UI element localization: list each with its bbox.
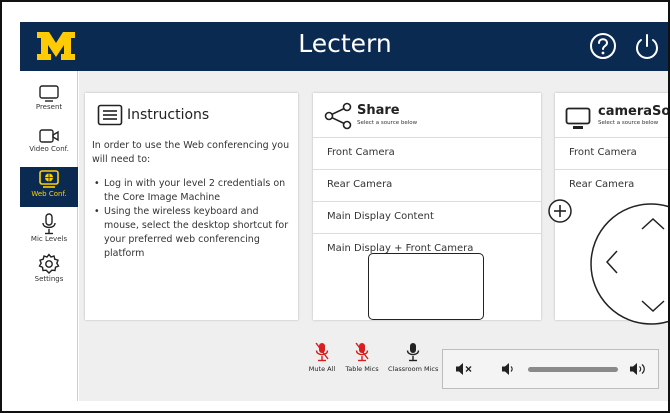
volume-mute-icon[interactable] bbox=[455, 362, 473, 376]
share-title: Share bbox=[357, 103, 400, 118]
gear-icon bbox=[38, 253, 60, 274]
microphone-muted-icon bbox=[315, 342, 329, 362]
source-rear-camera[interactable]: Rear Camera bbox=[313, 169, 541, 201]
sidebar-item-label: Mic Levels bbox=[30, 235, 68, 243]
microphone-icon bbox=[42, 213, 56, 235]
volume-high-icon[interactable] bbox=[629, 361, 649, 377]
power-button[interactable] bbox=[632, 31, 662, 61]
sidebar-item-label: Settings bbox=[34, 275, 64, 283]
microphone-icon bbox=[406, 343, 420, 362]
main-content: Instructions In order to use the Web con… bbox=[79, 71, 670, 401]
document-lines-icon bbox=[97, 104, 123, 126]
monitor-icon bbox=[39, 85, 59, 102]
monitor-icon bbox=[565, 107, 591, 129]
sidebar-item-mic-levels[interactable]: Mic Levels bbox=[20, 213, 78, 251]
app-title: Lectern bbox=[298, 29, 392, 58]
instructions-card: Instructions In order to use the Web con… bbox=[85, 93, 298, 320]
sidebar-item-video-conf[interactable]: Video Conf. bbox=[20, 127, 78, 163]
mute-all-button[interactable]: Mute All bbox=[304, 341, 340, 373]
volume-low-icon[interactable] bbox=[501, 362, 515, 376]
instructions-step: Log in with your level 2 credentials on … bbox=[92, 177, 292, 205]
header-bar: Lectern bbox=[20, 22, 668, 71]
share-subtitle: Select a source below bbox=[357, 120, 418, 126]
sidebar-item-settings[interactable]: Settings bbox=[20, 253, 78, 293]
classroom-mics-label: Classroom Mics bbox=[388, 365, 439, 373]
camera-ptz-control bbox=[545, 189, 668, 329]
sidebar-item-label: Web Conf. bbox=[31, 190, 67, 198]
mute-all-label: Mute All bbox=[308, 365, 336, 373]
source-main-display-content[interactable]: Main Display Content bbox=[313, 201, 541, 233]
sidebar-item-label: Video Conf. bbox=[29, 145, 69, 153]
lectern-window: Lectern Present Video Conf. Web Conf. Mi… bbox=[0, 0, 670, 413]
camera-source-front-camera[interactable]: Front Camera bbox=[555, 137, 668, 169]
instructions-intro: In order to use the Web conferencing you… bbox=[92, 140, 290, 165]
sidebar-item-web-conf[interactable]: Web Conf. bbox=[20, 167, 78, 207]
table-mics-label: Table Mics bbox=[345, 365, 379, 373]
help-button[interactable] bbox=[588, 31, 618, 61]
instructions-title: Instructions bbox=[127, 107, 210, 123]
sidebar-item-present[interactable]: Present bbox=[20, 85, 78, 121]
video-camera-icon bbox=[39, 129, 59, 143]
table-mics-button[interactable]: Table Mics bbox=[342, 341, 382, 373]
share-icon bbox=[324, 102, 352, 130]
volume-slider[interactable] bbox=[528, 367, 618, 372]
sidebar-item-label: Present bbox=[35, 103, 63, 111]
source-front-camera[interactable]: Front Camera bbox=[313, 137, 541, 169]
instructions-steps: Log in with your level 2 credentials on … bbox=[92, 177, 292, 261]
help-circle-icon bbox=[590, 33, 616, 59]
classroom-mics-button[interactable]: Classroom Mics bbox=[388, 341, 438, 373]
web-conference-icon bbox=[39, 170, 59, 188]
microphone-muted-icon bbox=[355, 342, 369, 362]
power-icon bbox=[636, 34, 658, 59]
camera-source-title: cameraSou bbox=[598, 104, 670, 119]
instructions-step: Using the wireless keyboard and mouse, s… bbox=[92, 205, 292, 261]
sidebar: Present Video Conf. Web Conf. Mic Levels… bbox=[20, 71, 78, 401]
camera-preview-box bbox=[368, 253, 484, 320]
volume-panel bbox=[442, 349, 659, 389]
camera-source-subtitle: Select a source below bbox=[598, 120, 659, 126]
